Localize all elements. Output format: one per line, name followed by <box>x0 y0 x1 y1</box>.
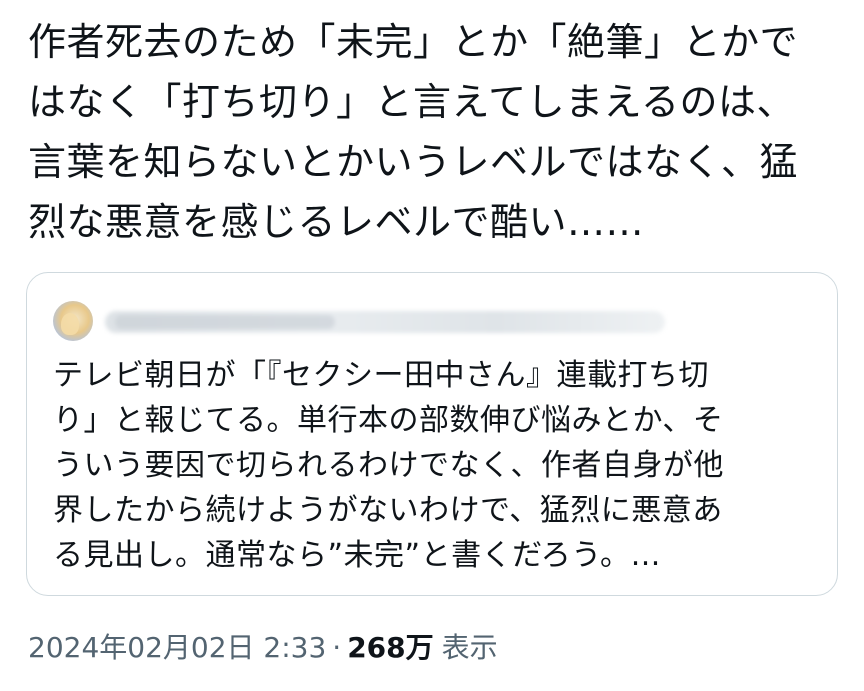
tweet-body: 作者死去のため「未完」とか「絶筆」とかで はなく「打ち切り」と言えてしまえるのは… <box>28 12 840 252</box>
quoted-tweet-line: る見出し。通常なら”未完”と書くだろう。… <box>53 538 661 573</box>
quoted-tweet-header[interactable] <box>53 299 813 343</box>
tweet-line: 烈な悪意を感じるレベルで酷い…… <box>28 200 645 244</box>
quoted-tweet-line: 界したから続けようがないわけで、猛烈に悪意あ <box>53 493 723 528</box>
timestamp[interactable]: 2024年02月02日 2:33 <box>28 631 326 664</box>
tweet-meta: 2024年02月02日 2:33 · 268万 表示 <box>28 626 498 670</box>
tweet-line: はなく「打ち切り」と言えてしまえるのは、 <box>28 80 795 124</box>
redacted-user-name <box>105 311 665 333</box>
quoted-tweet-card[interactable]: テレビ朝日が「『セクシー田中さん』連載打ち切 り」と報じてる。単行本の部数伸び悩… <box>26 272 838 596</box>
tweet-line: 作者死去のため「未完」とか「絶筆」とかで <box>28 20 799 64</box>
quoted-tweet-body: テレビ朝日が「『セクシー田中さん』連載打ち切 り」と報じてる。単行本の部数伸び悩… <box>53 353 813 578</box>
views-count: 268万 <box>347 631 434 664</box>
avatar[interactable] <box>53 301 93 341</box>
tweet-line: 言葉を知らないとかいうレベルではなく、猛 <box>28 140 799 184</box>
meta-separator: · <box>332 631 342 664</box>
quoted-tweet-line: テレビ朝日が「『セクシー田中さん』連載打ち切 <box>53 358 709 393</box>
quoted-tweet-line: り」と報じてる。単行本の部数伸び悩みとか、そ <box>53 403 724 438</box>
quoted-tweet-line: ういう要因で切られるわけでなく、作者自身が他 <box>53 448 724 483</box>
views-label: 表示 <box>441 631 498 664</box>
